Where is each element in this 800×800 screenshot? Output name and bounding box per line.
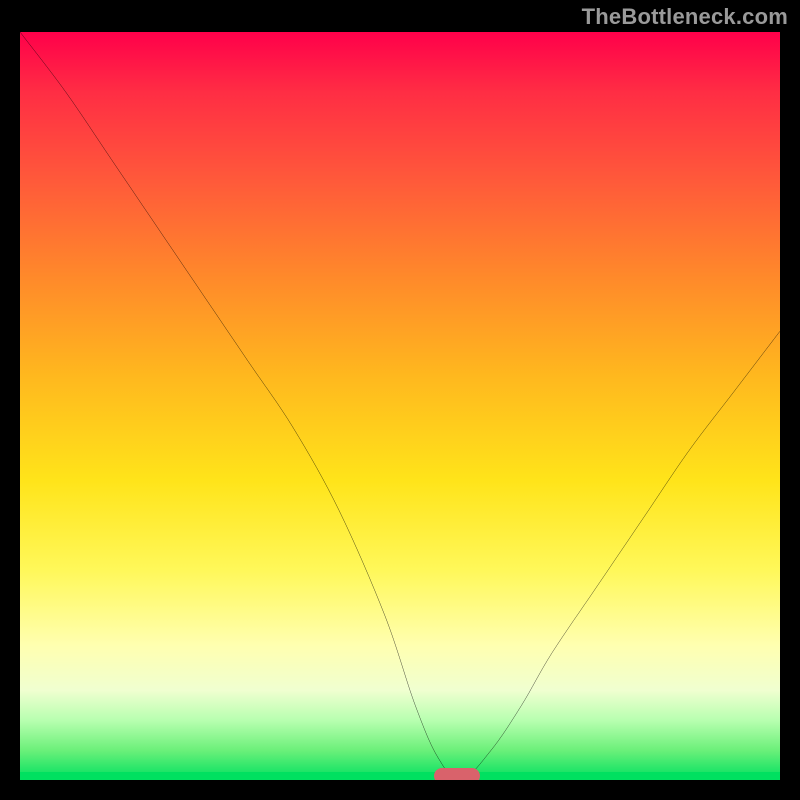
curve-path <box>20 32 780 780</box>
optimum-marker <box>434 768 480 780</box>
plot-area <box>20 32 780 780</box>
bottleneck-curve <box>20 32 780 780</box>
watermark-text: TheBottleneck.com <box>582 4 788 30</box>
chart-frame: TheBottleneck.com <box>0 0 800 800</box>
